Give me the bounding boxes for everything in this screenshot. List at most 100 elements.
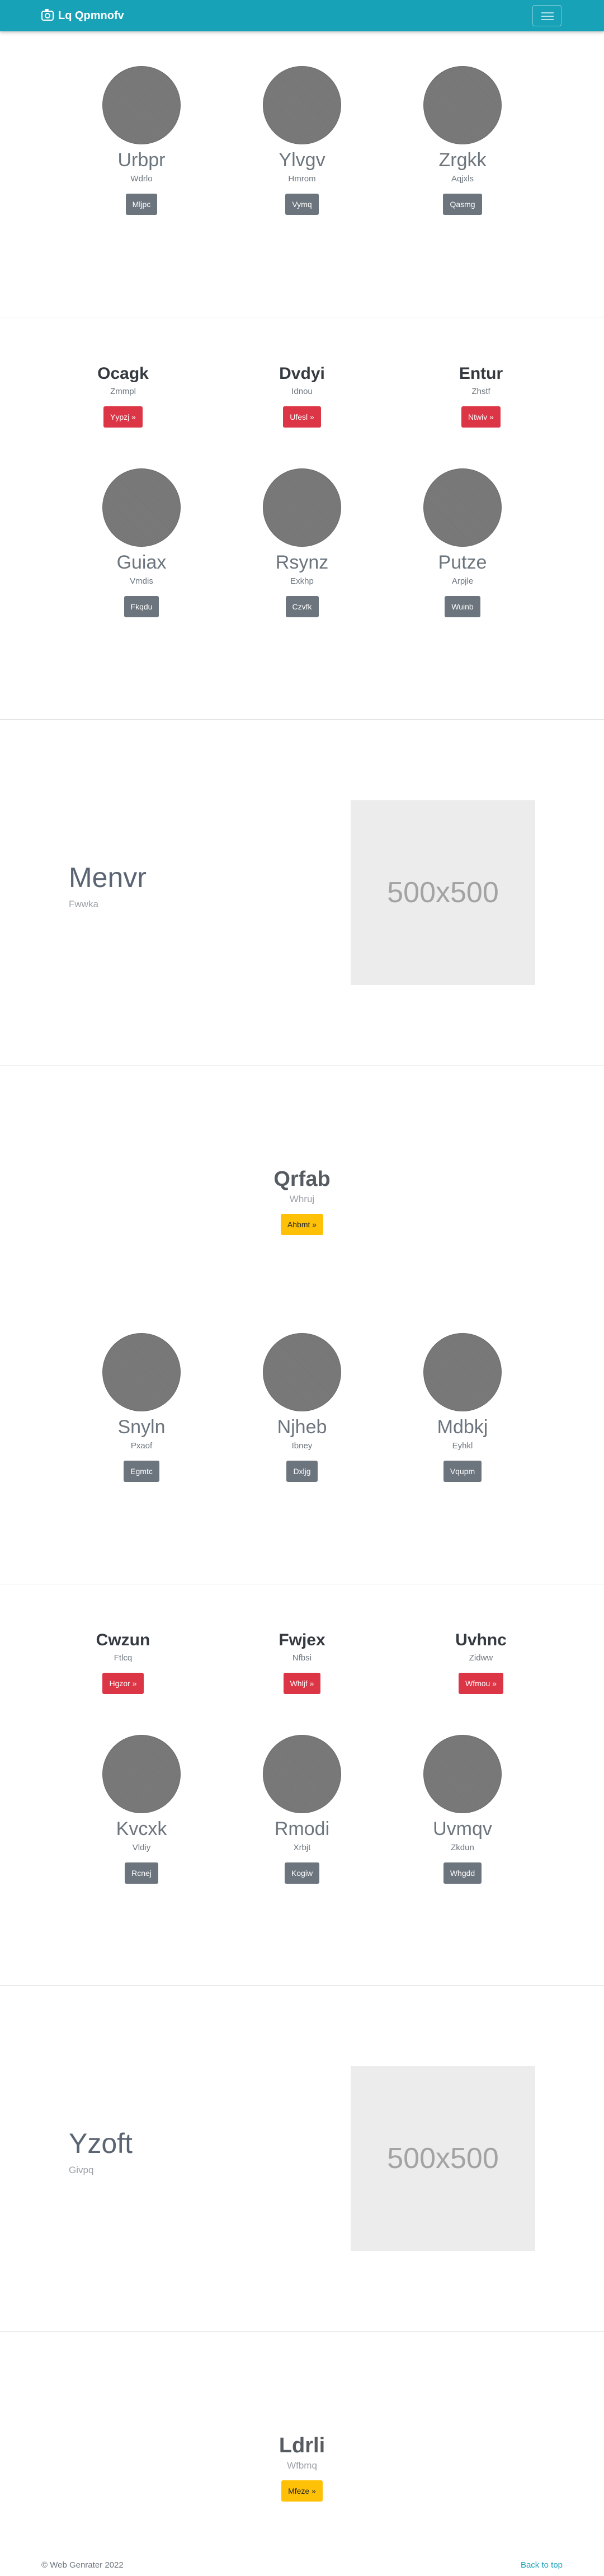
feature-sub: Idnou [291,387,313,396]
profile-card: Uvmqv Zkdun Whgdd [379,1735,546,1884]
profile-name: Guiax [116,552,167,573]
profile-sub: Vmdis [130,576,153,586]
profile-sub: Zkdun [451,1843,474,1852]
lead-title: Qrfab [273,1167,331,1191]
feature-title: Cwzun [96,1631,150,1649]
section-divider [0,2331,604,2332]
profile-sub: Ibney [291,1441,313,1451]
feature-title: Entur [459,364,503,383]
feature-card: Dvdyi Idnou Ufesl » [218,363,386,428]
feature-button[interactable]: Ufesl » [283,406,321,428]
profile-card: Njheb Ibney Dxljg [218,1333,386,1482]
feature-button[interactable]: Ntwiv » [461,406,501,428]
avatar [423,468,502,547]
section-divider [0,719,604,720]
feature-button[interactable]: Wfmou » [458,1673,503,1694]
placeholder-image: 500x500 [351,2066,535,2251]
profile-name: Putze [438,552,487,573]
profile-button[interactable]: Vqupm [443,1461,482,1482]
navbar-toggle-button[interactable] [532,5,561,26]
profile-card: Rmodi Xrbjt Kogiw [218,1735,386,1884]
feature-sub: Nfbsi [292,1653,312,1663]
navbar: Lq Qpmnofv [0,0,604,31]
profile-name: Rmodi [274,1818,330,1840]
profile-card: Kvcxk Vldiy Rcnej [58,1735,225,1884]
feature-sub: Zmmpl [110,387,136,396]
profile-button[interactable]: Fkqdu [124,596,159,617]
feature-card: Cwzun Ftlcq Hgzor » [39,1629,207,1694]
profile-sub: Xrbjt [293,1843,311,1852]
feature-title: Ocagk [97,364,149,383]
placeholder-image: 500x500 [351,800,535,985]
profile-card: Rsynz Exkhp Czvfk [218,468,386,617]
feature-card: Entur Zhstf Ntwiv » [397,363,565,428]
profile-card: Mdbkj Eyhkl Vqupm [379,1333,546,1482]
feature-title: Fwjex [279,1631,325,1649]
lead-button[interactable]: Ahbmt » [280,1214,324,1235]
feature-sub: Zidww [469,1653,493,1663]
avatar [263,1333,341,1411]
feature-button[interactable]: Whljf » [283,1673,321,1694]
avatar [263,66,341,144]
profile-name: Ylvgv [279,149,325,171]
lead-title: Ldrli [279,2434,325,2457]
avatar [263,468,341,547]
profile-name: Uvmqv [433,1818,492,1840]
profile-name: Njheb [277,1416,327,1438]
feature-button[interactable]: Hgzor » [102,1673,144,1694]
avatar [102,468,181,547]
feature-card: Uvhnc Zidww Wfmou » [397,1629,565,1694]
lead-button[interactable]: Mfeze » [281,2480,323,2502]
profile-button[interactable]: Dxljg [286,1461,318,1482]
brand-link[interactable]: Lq Qpmnofv [41,7,124,25]
hero-title: Yzoft [69,2128,133,2159]
section-divider [0,1985,604,1986]
feature-title: Uvhnc [455,1631,507,1649]
camera-icon [41,9,54,21]
profile-card: Urbpr Wdrlo Mljpc [58,66,225,215]
lead-sub: Wfbmq [287,2460,317,2471]
profile-card: Ylvgv Hmrom Vymq [218,66,386,215]
placeholder-label: 500x500 [387,2142,499,2175]
feature-sub: Zhstf [471,387,490,396]
profile-card: Guiax Vmdis Fkqdu [58,468,225,617]
profile-button[interactable]: Egmtc [124,1461,159,1482]
profile-sub: Arpjle [451,576,474,586]
avatar [423,1333,502,1411]
profile-card: Snyln Pxaof Egmtc [58,1333,225,1482]
lead-block: Ldrli Wfbmq Mfeze » [218,2432,386,2502]
lead-sub: Whruj [289,1194,315,1204]
profile-button[interactable]: Czvfk [285,596,319,617]
lead-block: Qrfab Whruj Ahbmt » [218,1166,386,1235]
placeholder-label: 500x500 [387,876,499,909]
profile-sub: Wdrlo [130,174,153,184]
avatar [102,66,181,144]
profile-button[interactable]: Kogiw [284,1862,320,1884]
profile-name: Snyln [117,1416,166,1438]
avatar [423,66,502,144]
profile-name: Zrgkk [438,149,487,171]
profile-sub: Pxaof [130,1441,153,1451]
profile-sub: Hmrom [288,174,316,184]
hamburger-icon [541,12,554,13]
avatar [102,1735,181,1813]
profile-button[interactable]: Rcnej [125,1862,158,1884]
hero-sub: Givpq [69,2165,94,2175]
profile-button[interactable]: Vymq [285,194,319,215]
profile-name: Urbpr [117,149,166,171]
feature-button[interactable]: Yypzj » [103,406,143,428]
feature-card: Fwjex Nfbsi Whljf » [218,1629,386,1694]
profile-button[interactable]: Mljpc [125,194,158,215]
feature-title: Dvdyi [279,364,325,383]
brand-text: Lq Qpmnofv [58,9,124,22]
profile-button[interactable]: Wuinb [445,596,480,617]
back-to-top-link[interactable]: Back to top [521,2560,563,2570]
feature-sub: Ftlcq [114,1653,133,1663]
profile-name: Rsynz [275,552,329,573]
profile-button[interactable]: Whgdd [443,1862,482,1884]
profile-card: Zrgkk Aqjxls Qasmg [379,66,546,215]
profile-sub: Eyhkl [452,1441,473,1451]
hero-sub: Fwwka [69,899,98,909]
profile-button[interactable]: Qasmg [443,194,482,215]
profile-sub: Vldiy [132,1843,151,1852]
